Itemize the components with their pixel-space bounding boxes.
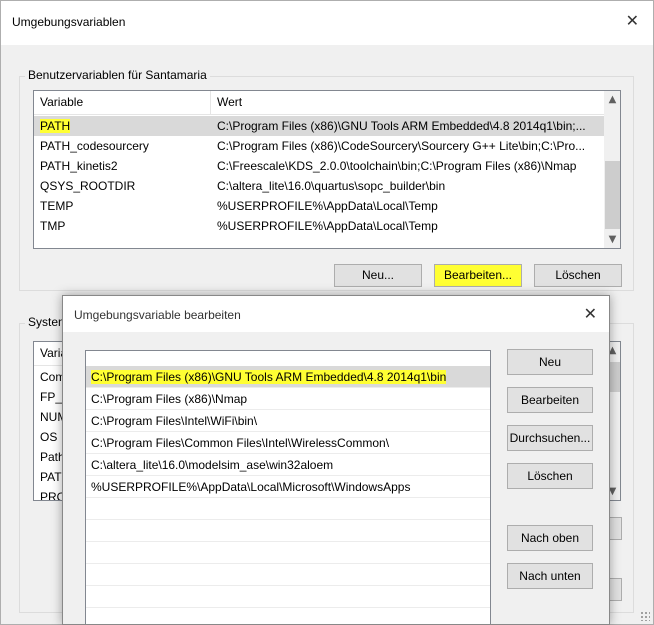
- variable-name: PATH_codesourcery: [40, 139, 149, 153]
- variable-name: TEMP: [40, 199, 74, 213]
- list-item[interactable]: C:\Program Files (x86)\GNU Tools ARM Emb…: [86, 366, 490, 388]
- column-header-variable[interactable]: Variable: [34, 91, 210, 114]
- resize-grip-icon[interactable]: [640, 611, 650, 621]
- scroll-thumb[interactable]: [605, 161, 620, 229]
- variable-value: %USERPROFILE%\AppData\Local\Temp: [217, 199, 438, 213]
- empty-row[interactable]: [86, 608, 490, 624]
- column-header-value[interactable]: Wert: [210, 91, 604, 114]
- variable-name: OS: [40, 430, 58, 444]
- list-item[interactable]: C:\Program Files\Intel\WiFi\bin\: [86, 410, 490, 432]
- user-new-button[interactable]: Neu...: [334, 264, 422, 287]
- path-entry-text: C:\Program Files (x86)\GNU Tools ARM Emb…: [91, 370, 447, 384]
- user-variables-list[interactable]: Variable Wert PATH C:\Program Files (x86…: [33, 90, 621, 249]
- table-row[interactable]: TMP %USERPROFILE%\AppData\Local\Temp: [34, 216, 604, 236]
- table-row[interactable]: QSYS_ROOTDIR C:\altera_lite\16.0\quartus…: [34, 176, 604, 196]
- title-bar: Umgebungsvariablen ✕: [1, 1, 653, 45]
- empty-row[interactable]: [86, 586, 490, 608]
- table-row[interactable]: PATH C:\Program Files (x86)\GNU Tools AR…: [34, 116, 604, 136]
- variable-value: C:\Program Files (x86)\CodeSourcery\Sour…: [217, 139, 586, 153]
- path-delete-button[interactable]: Löschen: [507, 463, 593, 489]
- chevron-up-icon[interactable]: ▲: [604, 91, 620, 108]
- table-row[interactable]: TEMP %USERPROFILE%\AppData\Local\Temp: [34, 196, 604, 216]
- list-item[interactable]: C:\Program Files\Common Files\Intel\Wire…: [86, 432, 490, 454]
- variable-name: QSYS_ROOTDIR: [40, 179, 136, 193]
- edit-environment-variable-dialog: Umgebungsvariable bearbeiten ✕ C:\Progra…: [62, 295, 610, 625]
- list-item[interactable]: C:\altera_lite\16.0\modelsim_ase\win32al…: [86, 454, 490, 476]
- window-title: Umgebungsvariablen: [12, 15, 126, 29]
- path-entries-list[interactable]: C:\Program Files (x86)\GNU Tools ARM Emb…: [85, 350, 491, 624]
- variable-name: Path: [40, 450, 65, 464]
- table-row[interactable]: PATH_codesourcery C:\Program Files (x86)…: [34, 136, 604, 156]
- close-icon[interactable]: ✕: [626, 13, 639, 29]
- move-down-button[interactable]: Nach unten: [507, 563, 593, 589]
- table-row[interactable]: PATH_kinetis2 C:\Freescale\KDS_2.0.0\too…: [34, 156, 604, 176]
- empty-row[interactable]: [86, 564, 490, 586]
- path-browse-button[interactable]: Durchsuchen...: [507, 425, 593, 451]
- dialog-title: Umgebungsvariable bearbeiten: [74, 308, 241, 322]
- user-delete-button[interactable]: Löschen: [534, 264, 622, 287]
- close-icon[interactable]: ✕: [584, 306, 597, 322]
- path-edit-button[interactable]: Bearbeiten: [507, 387, 593, 413]
- user-edit-button[interactable]: Bearbeiten...: [434, 264, 522, 287]
- variable-value: %USERPROFILE%\AppData\Local\Temp: [217, 219, 438, 233]
- empty-row[interactable]: [86, 542, 490, 564]
- list-item[interactable]: %USERPROFILE%\AppData\Local\Microsoft\Wi…: [86, 476, 490, 498]
- variable-name: PATH: [40, 119, 71, 133]
- move-up-button[interactable]: Nach oben: [507, 525, 593, 551]
- empty-row[interactable]: [86, 498, 490, 520]
- dialog-body: C:\Program Files (x86)\GNU Tools ARM Emb…: [63, 332, 609, 624]
- variable-name: TMP: [40, 219, 66, 233]
- list-header: Variable Wert: [34, 91, 620, 115]
- user-variables-legend: Benutzervariablen für Santamaria: [25, 68, 210, 82]
- variable-name: PATH_kinetis2: [40, 159, 118, 173]
- variable-value: C:\Freescale\KDS_2.0.0\toolchain\bin;C:\…: [217, 159, 577, 173]
- path-new-button[interactable]: Neu: [507, 349, 593, 375]
- list-item[interactable]: C:\Program Files (x86)\Nmap: [86, 388, 490, 410]
- chevron-down-icon[interactable]: ▼: [604, 231, 620, 248]
- empty-row[interactable]: [86, 520, 490, 542]
- user-list-scrollbar[interactable]: ▲ ▼: [604, 91, 620, 248]
- variable-value: C:\altera_lite\16.0\quartus\sopc_builder…: [217, 179, 446, 193]
- variable-value: C:\Program Files (x86)\GNU Tools ARM Emb…: [217, 119, 586, 133]
